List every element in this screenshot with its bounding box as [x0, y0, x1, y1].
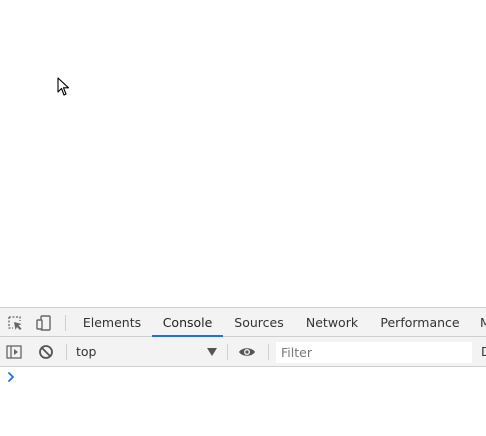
- tab-elements[interactable]: Elements: [79, 308, 145, 337]
- execution-context-select[interactable]: top: [71, 341, 221, 363]
- devtools-panel: Elements Console Sources Network Perform…: [0, 307, 486, 436]
- inspect-element-icon[interactable]: [6, 314, 24, 332]
- filter-field[interactable]: [276, 342, 472, 363]
- levels-dropdown-clipped[interactable]: D: [481, 337, 486, 367]
- device-toolbar-icon[interactable]: [35, 314, 53, 332]
- toolbar-divider: [268, 344, 269, 360]
- tab-console[interactable]: Console: [152, 308, 223, 337]
- tab-sources[interactable]: Sources: [230, 308, 288, 337]
- console-toolbar: top D: [0, 337, 486, 367]
- page-viewport: [0, 0, 486, 307]
- console-output-area[interactable]: [0, 367, 486, 436]
- console-prompt-chevron-icon: [8, 372, 14, 382]
- devtools-tab-bar: Elements Console Sources Network Perform…: [0, 307, 486, 337]
- dropdown-arrow-icon: [207, 348, 217, 356]
- live-expression-icon[interactable]: [238, 343, 256, 361]
- tab-memory-clipped[interactable]: M: [480, 308, 486, 337]
- toolbar-divider: [227, 344, 228, 360]
- mouse-cursor-icon: [57, 77, 70, 96]
- filter-input[interactable]: [276, 342, 469, 363]
- clear-console-icon[interactable]: [37, 343, 55, 361]
- tab-performance[interactable]: Performance: [376, 308, 464, 337]
- execution-context-value: top: [76, 344, 97, 359]
- show-console-sidebar-icon[interactable]: [5, 343, 23, 361]
- toolbar-divider: [66, 344, 67, 360]
- tab-network[interactable]: Network: [300, 308, 364, 337]
- tab-bar-divider: [65, 315, 66, 331]
